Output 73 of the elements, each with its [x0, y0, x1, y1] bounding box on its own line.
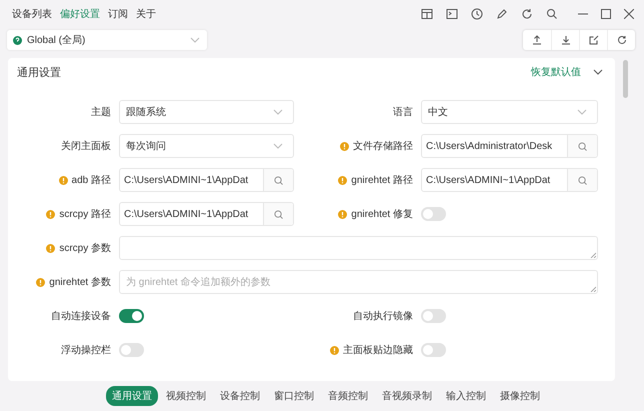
restore-defaults-link[interactable]: 恢复默认值 — [531, 65, 581, 79]
search-icon[interactable] — [546, 8, 558, 20]
search-icon — [274, 176, 283, 184]
alert-icon — [36, 278, 46, 286]
setting-label: adb 路径 — [72, 174, 111, 187]
dropdown[interactable]: 跟随系统 — [119, 100, 294, 124]
setting-label: 关闭主面板 — [61, 140, 111, 153]
menu-tab[interactable]: 关于 — [134, 5, 158, 23]
clock-icon[interactable] — [471, 8, 483, 20]
alert-icon — [340, 142, 349, 150]
alert-icon — [46, 210, 56, 218]
section-tab[interactable]: 窗口控制 — [268, 386, 320, 406]
upload-icon — [532, 35, 542, 45]
setting-label: 自动连接设备 — [51, 310, 111, 323]
search-icon — [578, 176, 587, 184]
toggle-switch[interactable] — [119, 343, 144, 357]
setting-label: 主题 — [91, 106, 111, 119]
alert-icon — [58, 176, 68, 184]
chevron-down-icon — [273, 143, 283, 149]
refresh-icon — [616, 35, 626, 45]
setting-label: scrcpy 路径 — [59, 208, 111, 221]
section-tab[interactable]: 视频控制 — [160, 386, 212, 406]
maximize-icon[interactable] — [601, 9, 611, 19]
close-icon[interactable] — [624, 9, 634, 19]
menu-tab[interactable]: 偏好设置 — [58, 5, 102, 23]
chevron-down-icon — [577, 109, 587, 115]
scope-select[interactable]: Global (全局) — [7, 30, 207, 50]
browse-button[interactable] — [567, 135, 597, 157]
edit-icon — [588, 35, 598, 45]
dropdown[interactable]: 每次询问 — [119, 134, 294, 158]
refresh-icon[interactable] — [521, 8, 533, 20]
setting-label: 文件存储路径 — [353, 140, 413, 153]
setting-label: scrcpy 参数 — [59, 242, 111, 255]
layout-icon[interactable] — [421, 8, 433, 20]
terminal-icon[interactable] — [446, 8, 458, 20]
resize-grip-icon[interactable] — [590, 252, 596, 258]
chevron-icon[interactable] — [593, 69, 603, 75]
dropdown[interactable]: 中文 — [421, 100, 598, 124]
browse-button[interactable] — [567, 169, 597, 191]
section-tab[interactable]: 音视频录制 — [376, 386, 438, 406]
setting-label: 主面板贴边隐藏 — [343, 344, 413, 357]
setting-label: 自动执行镜像 — [353, 310, 413, 323]
card-title: 通用设置 — [17, 66, 61, 80]
download-icon — [560, 35, 570, 45]
toggle-switch[interactable] — [119, 309, 144, 323]
section-tab[interactable]: 输入控制 — [440, 386, 492, 406]
help-icon — [13, 36, 22, 44]
menu-tab[interactable]: 订阅 — [106, 5, 130, 23]
chevron-down-icon — [190, 37, 200, 43]
toggle-switch[interactable] — [421, 309, 446, 323]
browse-button[interactable] — [263, 169, 293, 191]
setting-label: gnirehtet 修复 — [351, 208, 413, 221]
section-tab[interactable]: 音频控制 — [322, 386, 374, 406]
browse-button[interactable] — [263, 203, 293, 225]
setting-label: 浮动操控栏 — [61, 344, 111, 357]
toggle-switch[interactable] — [421, 343, 446, 357]
scrollbar[interactable] — [623, 60, 628, 98]
toggle-switch[interactable] — [421, 207, 446, 221]
alert-icon — [330, 346, 339, 354]
setting-label: gnirehtet 路径 — [351, 174, 413, 187]
setting-label: gnirehtet 参数 — [49, 276, 111, 289]
resize-grip-icon[interactable] — [590, 286, 596, 292]
menu-tab[interactable]: 设备列表 — [10, 5, 54, 23]
search-icon — [578, 142, 587, 150]
search-icon — [274, 210, 283, 218]
alert-icon — [338, 210, 348, 218]
setting-label: 语言 — [393, 106, 413, 119]
section-tab[interactable]: 通用设置 — [106, 386, 158, 406]
alert-icon — [46, 244, 56, 252]
section-tab[interactable]: 摄像控制 — [494, 386, 546, 406]
section-tab[interactable]: 设备控制 — [214, 386, 266, 406]
alert-icon — [338, 176, 348, 184]
chevron-down-icon — [273, 109, 283, 115]
